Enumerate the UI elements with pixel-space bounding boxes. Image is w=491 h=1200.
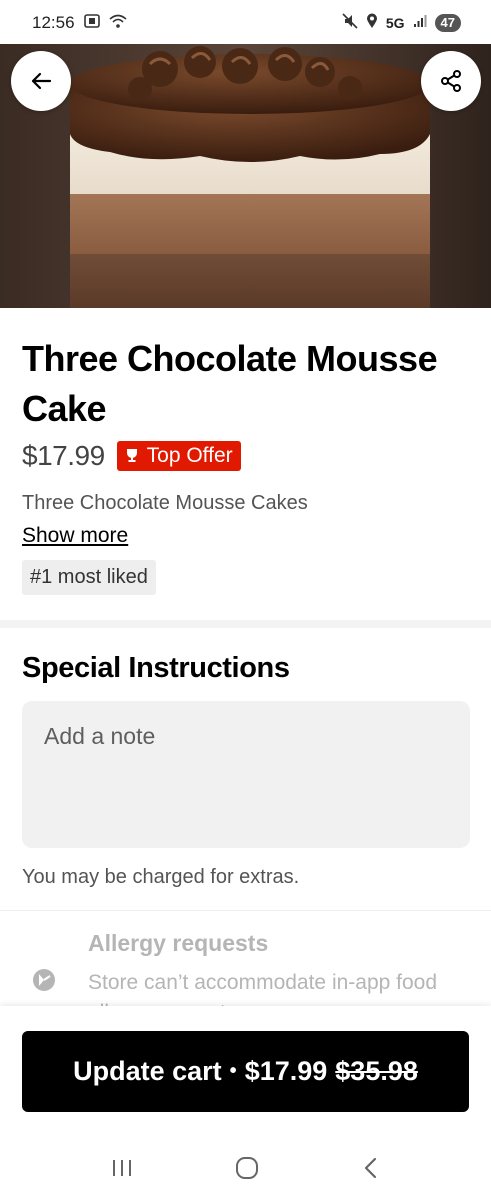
system-nav-bar xyxy=(0,1140,491,1200)
product-info: Three Chocolate Mousse Cake $17.99 Top O… xyxy=(22,334,472,595)
status-time: 12:56 xyxy=(32,13,75,32)
back-arrow-icon xyxy=(31,72,52,90)
price-row: $17.99 Top Offer xyxy=(22,436,472,476)
cart-label: Update cart xyxy=(73,1056,222,1086)
note-input[interactable]: Add a note xyxy=(22,701,470,848)
mute-icon xyxy=(342,12,358,34)
cart-price: $17.99 xyxy=(244,1056,328,1086)
share-button[interactable] xyxy=(421,51,481,111)
location-icon xyxy=(366,13,378,34)
status-bar: 12:56 5G 47 xyxy=(0,0,491,46)
network-label: 5G xyxy=(385,15,405,31)
cart-old-price: $35.98 xyxy=(335,1056,418,1086)
allergy-requests-row: Allergy requests Store can’t accommodate… xyxy=(22,930,472,1006)
special-instructions-section: Special Instructions Add a note You may … xyxy=(22,652,470,889)
product-price: $17.99 xyxy=(22,440,105,471)
allergy-title: Allergy requests xyxy=(88,930,269,956)
update-cart-button[interactable]: Update cart • $17.99 $35.98 xyxy=(22,1031,469,1112)
badge-label: Top Offer xyxy=(146,444,233,467)
signal-icon xyxy=(413,13,427,33)
special-instructions-title: Special Instructions xyxy=(22,652,290,684)
show-more-link[interactable]: Show more xyxy=(22,524,128,548)
allergy-icon xyxy=(30,966,58,999)
wifi-icon xyxy=(109,13,127,34)
product-title: Three Chocolate Mousse Cake xyxy=(22,338,438,429)
charge-note: You may be charged for extras. xyxy=(22,866,300,888)
status-right: 5G 47 xyxy=(342,12,461,34)
divider xyxy=(0,910,491,911)
back-icon[interactable] xyxy=(361,1156,381,1185)
product-description: Three Chocolate Mousse Cakes xyxy=(22,492,308,514)
trophy-icon xyxy=(126,449,137,462)
screenshot-icon xyxy=(83,13,101,34)
cart-separator: • xyxy=(229,1060,237,1082)
battery-indicator: 47 xyxy=(434,14,461,32)
status-left: 12:56 xyxy=(32,13,127,34)
share-icon xyxy=(441,70,461,92)
most-liked-tag: #1 most liked xyxy=(22,560,156,595)
back-button[interactable] xyxy=(11,51,71,111)
product-image xyxy=(0,44,491,308)
top-offer-badge: Top Offer xyxy=(116,441,241,471)
recent-apps-icon[interactable] xyxy=(110,1157,134,1184)
allergy-text: Store can’t accommodate in-app food alle… xyxy=(88,971,438,1006)
section-divider xyxy=(0,620,491,628)
home-icon[interactable] xyxy=(234,1155,260,1186)
